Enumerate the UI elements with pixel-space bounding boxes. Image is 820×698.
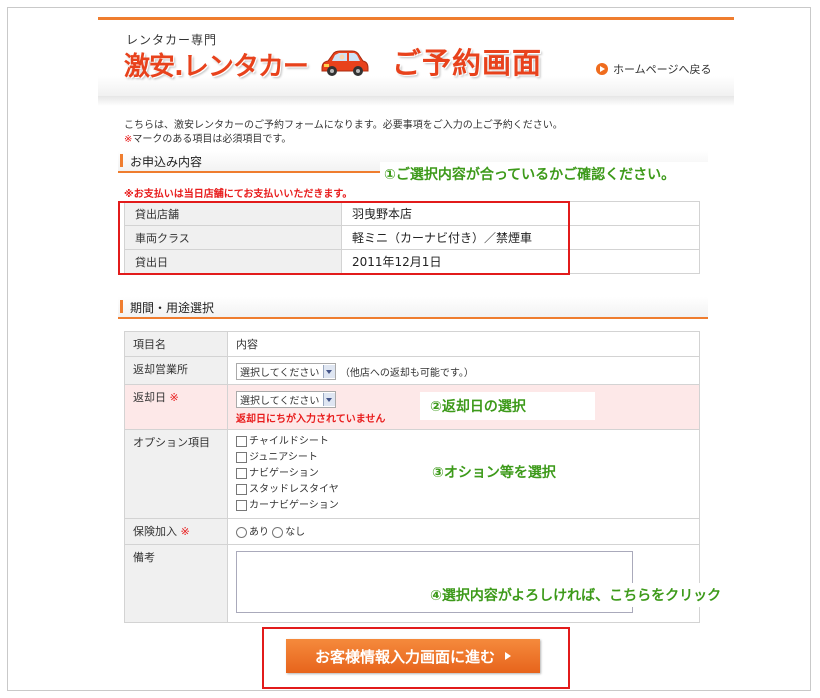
column-header-item: 項目名 xyxy=(124,331,228,357)
option-checkbox[interactable]: スタッドレスタイヤ xyxy=(236,482,691,498)
table-header-row: 項目名 内容 xyxy=(124,331,700,357)
brand-logo-text[interactable]: 激安.レンタカー xyxy=(124,46,309,83)
highlight-box-summary xyxy=(118,201,570,275)
checkbox[interactable] xyxy=(236,499,247,511)
row-label: オプション項目 xyxy=(124,429,228,519)
section-title: 期間・用途選択 xyxy=(130,301,215,315)
intro-line-2: ※マークのある項目は必須項目です。 xyxy=(124,133,563,147)
insurance-label: 保険加入 xyxy=(133,525,177,538)
checkbox[interactable] xyxy=(236,451,247,463)
header-shadow xyxy=(98,96,734,106)
radio[interactable] xyxy=(272,526,284,538)
checkbox[interactable] xyxy=(236,435,247,447)
radio-label: なし xyxy=(285,527,306,538)
home-link-label: ホームページへ戻る xyxy=(613,63,712,76)
section-title: お申込み内容 xyxy=(130,155,203,169)
payment-note: ※お支払いは当日店舗にてお支払いいただきます。 xyxy=(124,189,353,200)
required-mark: ※ xyxy=(180,525,190,538)
table-row: 保険加入 ※ あり なし xyxy=(124,518,700,545)
option-checkbox[interactable]: チャイルドシート xyxy=(236,434,691,450)
return-office-select[interactable]: 選択してください xyxy=(236,363,337,380)
chevron-down-icon xyxy=(323,393,336,406)
period-usage-table: 項目名 内容 返却営業所 選択してください （他店への返却も可能です。） 返却日… xyxy=(124,331,700,623)
section-bar xyxy=(120,154,123,167)
annotation-4: ④選択内容がよろしければ、こちらをクリック xyxy=(422,583,730,607)
car-icon xyxy=(321,50,369,76)
radio[interactable] xyxy=(236,526,247,538)
play-arrow-icon xyxy=(505,652,511,660)
section-heading-period: 期間・用途選択 xyxy=(118,297,708,319)
select-value: 選択してください xyxy=(240,368,320,379)
annotation-1: ①ご選択内容が合っているかご確認ください。 xyxy=(380,162,718,186)
radio-label: あり xyxy=(249,527,269,538)
home-link[interactable]: ホームページへ戻る xyxy=(596,61,711,77)
select-value: 選択してください xyxy=(240,396,320,407)
row-label: 備考 xyxy=(124,544,228,623)
return-date-label: 返却日 xyxy=(133,391,166,404)
insurance-yes-radio[interactable]: あり xyxy=(236,526,269,538)
row-label: 返却営業所 xyxy=(124,356,228,385)
return-office-note: （他店への返却も可能です。） xyxy=(339,368,474,379)
column-header-content: 内容 xyxy=(227,331,700,357)
option-checkbox[interactable]: カーナビゲーション xyxy=(236,498,691,514)
page-title: ご予約画面 xyxy=(392,46,543,80)
row-label: 返却日 ※ xyxy=(124,384,228,430)
option-label: スタッドレスタイヤ xyxy=(249,484,339,495)
option-label: ジュニアシート xyxy=(249,452,318,463)
return-date-select[interactable]: 選択してください xyxy=(236,391,337,408)
annotation-3: ③オション等を選択 xyxy=(432,462,556,482)
insurance-no-radio[interactable]: なし xyxy=(272,526,306,538)
annotation-2: ②返却日の選択 xyxy=(420,392,595,420)
checkbox[interactable] xyxy=(236,483,247,495)
table-row: 返却営業所 選択してください （他店への返却も可能です。） xyxy=(124,356,700,385)
chevron-down-icon xyxy=(323,365,336,378)
option-label: ナビゲーション xyxy=(249,468,319,479)
table-row: オプション項目 チャイルドシート ジュニアシート ナビゲーション スタッドレスタ… xyxy=(124,429,700,519)
required-mark: ※ xyxy=(169,391,179,404)
checkbox[interactable] xyxy=(236,467,247,479)
row-label: 保険加入 ※ xyxy=(124,518,228,545)
table-row: 返却日 ※ 選択してください 返却日にちが入力されていません xyxy=(124,384,700,430)
intro-text: こちらは、激安レンタカーのご予約フォームになります。必要事項をご入力の上ご予約く… xyxy=(124,119,563,147)
proceed-button[interactable]: お客様情報入力画面に進む xyxy=(286,639,540,673)
option-label: チャイルドシート xyxy=(249,436,329,447)
row-content: あり なし xyxy=(227,518,700,545)
intro-line-1: こちらは、激安レンタカーのご予約フォームになります。必要事項をご入力の上ご予約く… xyxy=(124,120,563,131)
section-bar xyxy=(120,300,123,313)
row-content: 選択してください （他店への返却も可能です。） xyxy=(227,356,700,385)
arrow-circle-icon xyxy=(596,63,608,75)
option-label: カーナビゲーション xyxy=(249,500,339,511)
intro-line-2-text: マークのある項目は必須項目です。 xyxy=(132,134,292,145)
proceed-button-label: お客様情報入力画面に進む xyxy=(314,647,495,666)
